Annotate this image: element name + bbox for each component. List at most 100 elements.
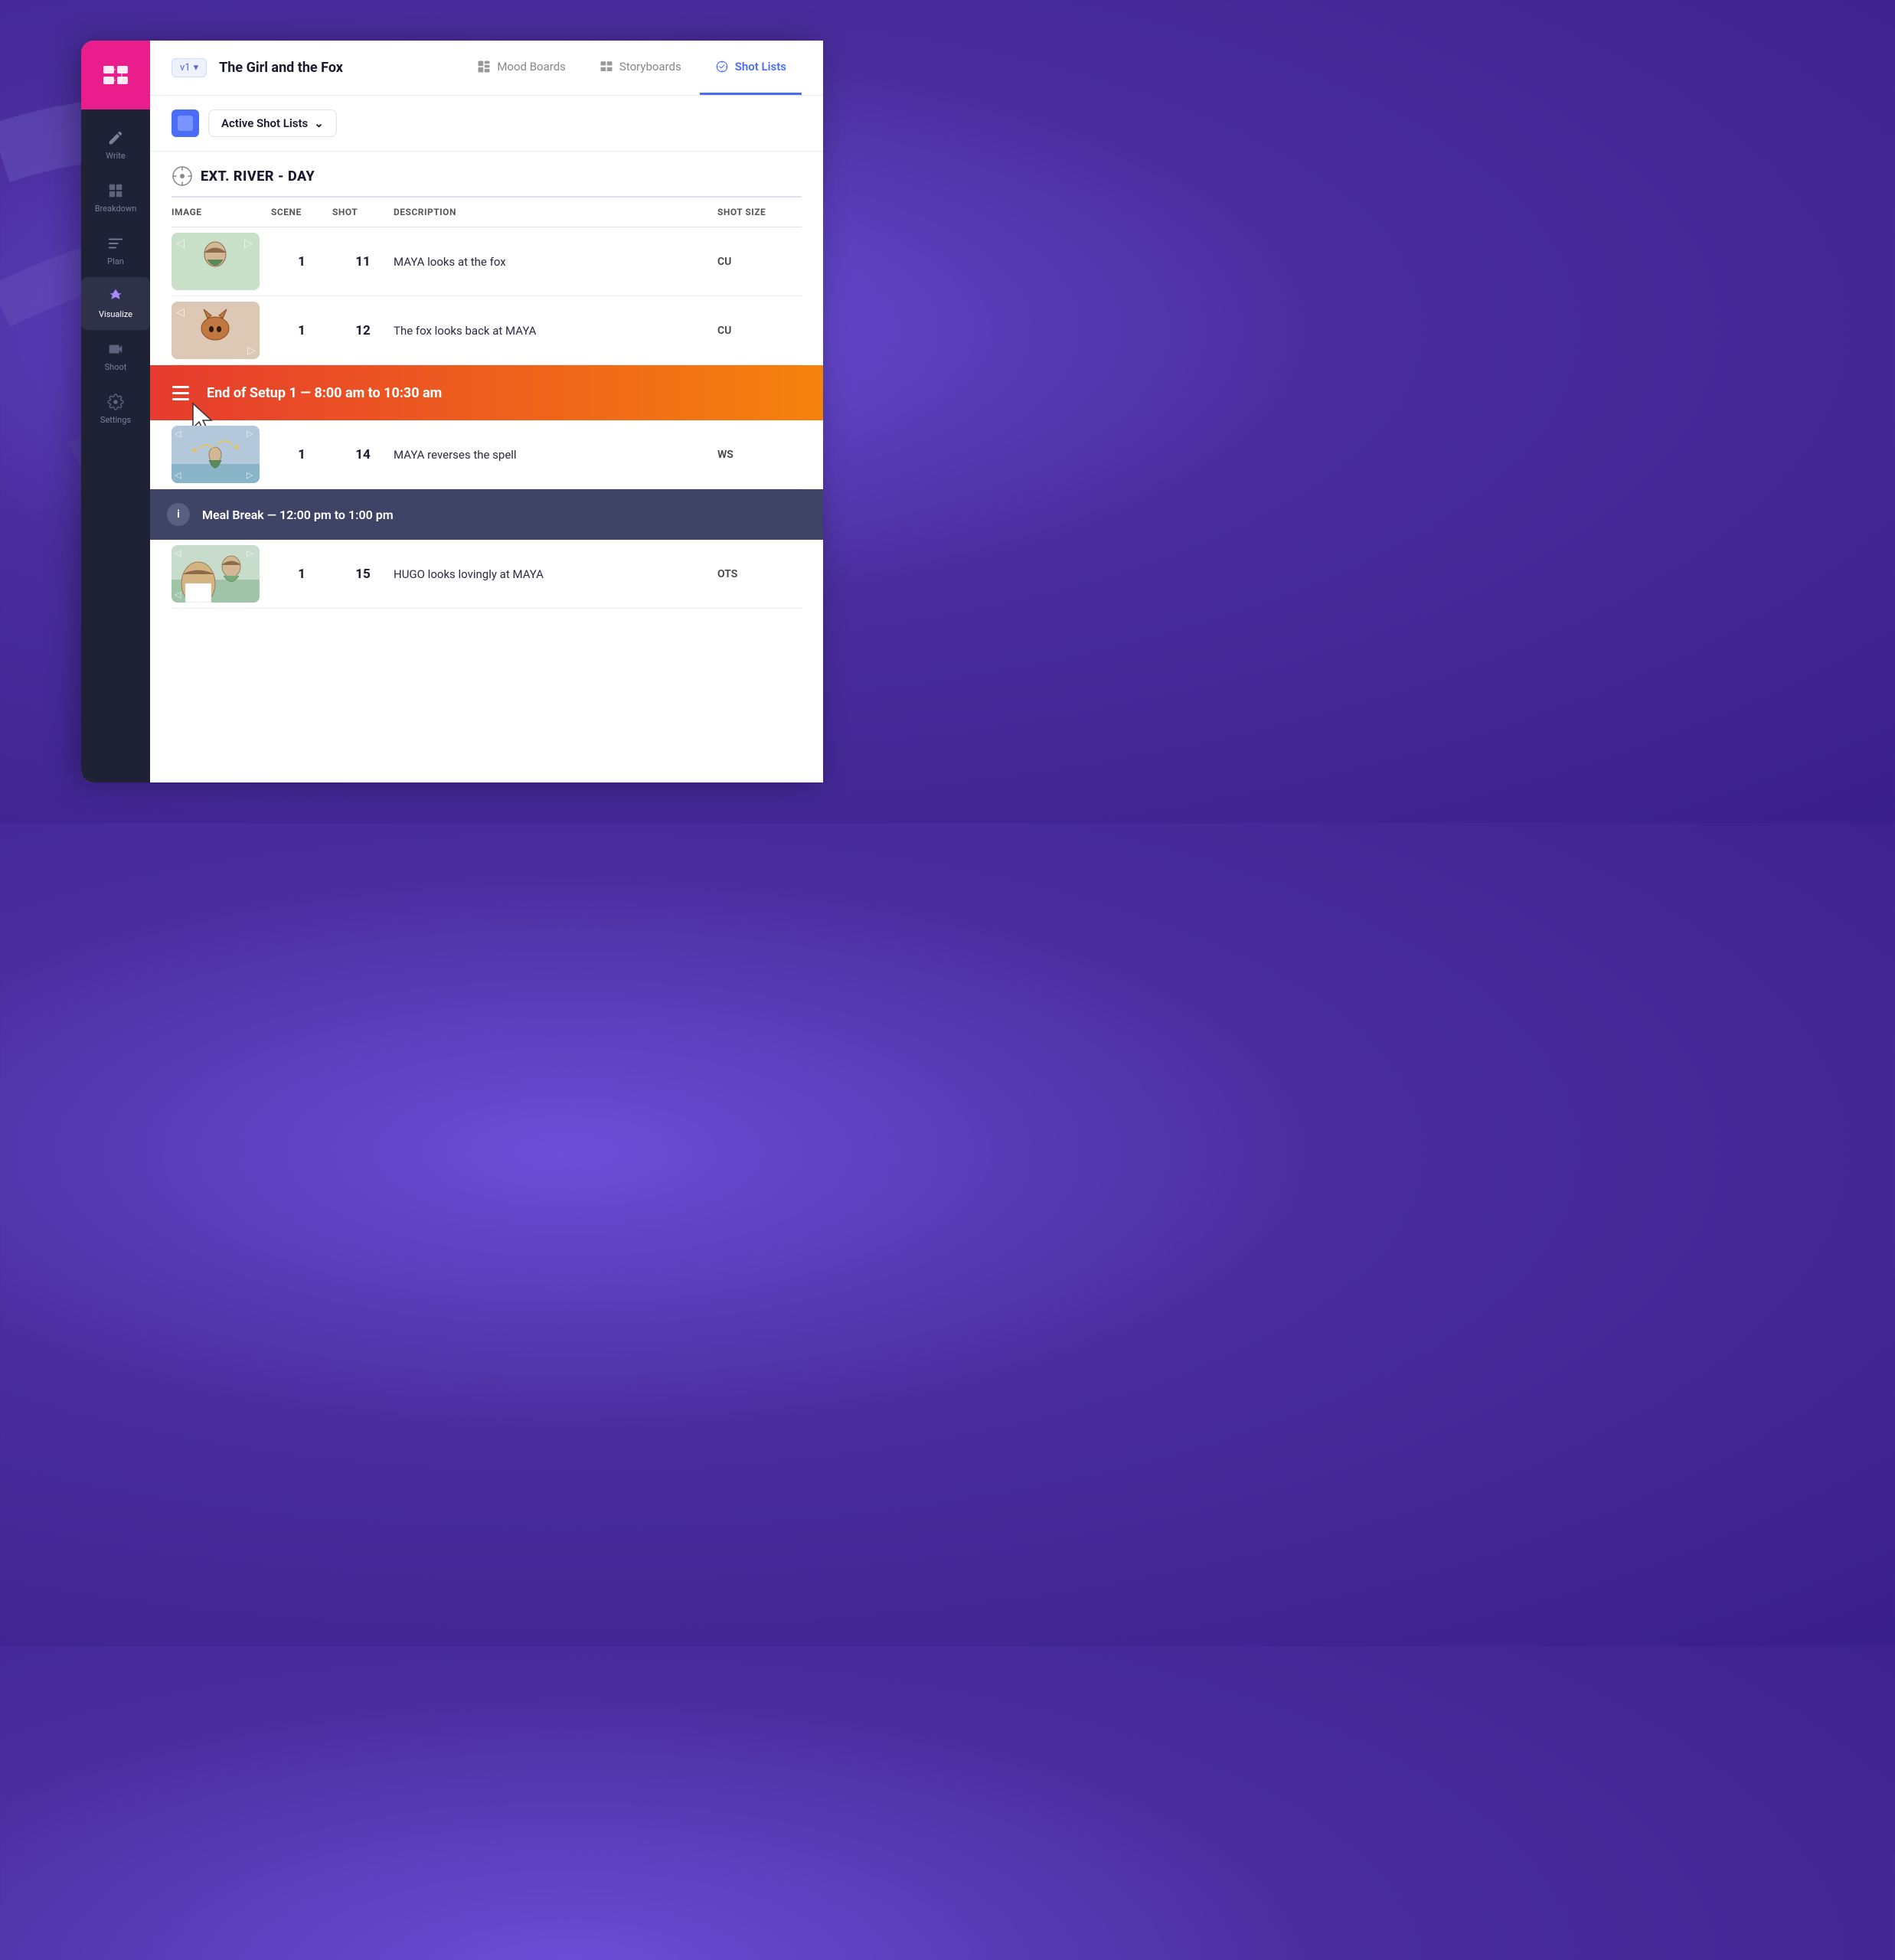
- col-shot: SHOT: [332, 207, 394, 217]
- main-content: v1 ▾ The Girl and the Fox Mood Boards: [150, 41, 823, 782]
- version-label: v1: [180, 62, 191, 74]
- version-chevron-icon: ▾: [194, 62, 199, 74]
- shot-description-4: HUGO looks lovingly at MAYA: [394, 567, 717, 581]
- sidebar-item-plan-label: Plan: [107, 256, 124, 266]
- shot-size-1: CU: [717, 256, 802, 268]
- sidebar-item-shoot-label: Shoot: [105, 362, 127, 372]
- storyboard-thumbnail-2: ◁ ▷: [172, 302, 260, 359]
- topbar-nav: Mood Boards Storyboards: [462, 41, 802, 95]
- svg-text:◁: ◁: [175, 470, 181, 480]
- tab-storyboards[interactable]: Storyboards: [584, 41, 697, 95]
- shot-table-after-setup: ◁ ◁ ▷ ▷ 1 14 MAYA reverses the spell: [172, 420, 802, 489]
- svg-text:◁: ◁: [175, 590, 181, 599]
- col-description: DESCRIPTION: [394, 207, 717, 217]
- shot-description-2: The fox looks back at MAYA: [394, 324, 717, 338]
- sidebar-item-plan[interactable]: Plan: [81, 224, 150, 277]
- sketch-svg-1: ◁ ◁ ◁: [172, 233, 260, 290]
- storyboard-thumbnail-4: ◁ ◁ ▷: [172, 545, 260, 603]
- hamburger-line-2: [172, 392, 189, 394]
- col-shot-size: SHOT SIZE: [717, 207, 802, 217]
- project-title: The Girl and the Fox: [219, 60, 343, 76]
- sidebar: Write Breakdown Plan: [81, 41, 150, 782]
- shot-number-1: 11: [332, 254, 394, 270]
- scene-camera-icon: [172, 165, 193, 187]
- sidebar-item-settings[interactable]: Settings: [81, 383, 150, 436]
- breakdown-icon: [107, 182, 124, 199]
- svg-text:▷: ▷: [247, 470, 253, 480]
- scene-number-4: 1: [271, 567, 332, 582]
- hamburger-icon: [172, 386, 189, 400]
- sidebar-item-breakdown[interactable]: Breakdown: [81, 172, 150, 224]
- shot-size-2: CU: [717, 325, 802, 337]
- shot-description-3: MAYA reverses the spell: [394, 448, 717, 462]
- svg-text:▷: ▷: [247, 345, 256, 357]
- shot-image-3: ◁ ◁ ▷ ▷: [172, 426, 271, 483]
- hamburger-line-1: [172, 386, 189, 388]
- storyboard-thumbnail-3: ◁ ◁ ▷ ▷: [172, 426, 260, 483]
- table-header: IMAGE SCENE SHOT DESCRIPTION SHOT SIZE: [172, 198, 802, 227]
- shot-description-1: MAYA looks at the fox: [394, 255, 717, 269]
- plan-icon: [107, 235, 124, 252]
- sidebar-item-shoot[interactable]: Shoot: [81, 330, 150, 383]
- main-window: Write Breakdown Plan: [81, 41, 823, 782]
- storyboard-thumbnail-1: ◁ ◁ ◁: [172, 233, 260, 290]
- table-row: ◁ ◁ ◁ 1 11 MAYA looks at the fox CU: [172, 227, 802, 296]
- col-scene: SCENE: [271, 207, 332, 217]
- shot-lists-icon: [715, 60, 729, 74]
- meal-info-icon: i: [167, 503, 190, 526]
- meal-break-banner: i Meal Break — 12:00 pm to 1:00 pm: [150, 489, 823, 540]
- filter-color-icon: [172, 109, 199, 137]
- shot-image-2: ◁ ▷: [172, 302, 271, 359]
- svg-text:◁: ◁: [176, 306, 185, 318]
- shot-number-2: 12: [332, 323, 394, 338]
- shot-number-4: 15: [332, 567, 394, 582]
- write-icon: [107, 129, 124, 146]
- scene-number-3: 1: [271, 447, 332, 462]
- topbar: v1 ▾ The Girl and the Fox Mood Boards: [150, 41, 823, 96]
- table-row: ◁ ◁ ▷ 1 15 HUGO looks lovingly at MAYA O…: [172, 540, 802, 609]
- filter-icon-inner: [178, 116, 193, 131]
- tab-mood-boards[interactable]: Mood Boards: [462, 41, 581, 95]
- svg-text:◁: ◁: [176, 237, 185, 250]
- version-badge[interactable]: v1 ▾: [172, 58, 207, 77]
- sidebar-item-write[interactable]: Write: [81, 119, 150, 172]
- sketch-svg-3: ◁ ◁ ▷ ▷: [172, 426, 260, 483]
- logo-icon: [100, 60, 131, 90]
- setup-banner: End of Setup 1 — 8:00 am to 10:30 am: [150, 365, 823, 420]
- scene-number-1: 1: [271, 254, 332, 270]
- tab-shot-lists[interactable]: Shot Lists: [700, 41, 802, 95]
- svg-text:▷: ▷: [247, 548, 253, 558]
- tab-shot-lists-label: Shot Lists: [735, 60, 786, 74]
- scene-number-2: 1: [271, 323, 332, 338]
- meal-break-text: Meal Break — 12:00 pm to 1:00 pm: [202, 508, 394, 522]
- filter-dropdown[interactable]: Active Shot Lists ⌄: [208, 109, 337, 137]
- svg-text:◁: ◁: [175, 548, 181, 558]
- svg-text:◁: ◁: [175, 429, 181, 439]
- visualize-icon: [107, 288, 124, 305]
- app-logo[interactable]: [81, 41, 150, 109]
- setup-banner-text: End of Setup 1 — 8:00 am to 10:30 am: [207, 385, 442, 401]
- shot-size-3: WS: [717, 449, 802, 461]
- shot-size-4: OTS: [717, 568, 802, 580]
- content-area: Active Shot Lists ⌄ EXT. RIVER - DAY: [150, 96, 823, 782]
- shoot-icon: [107, 341, 124, 358]
- scene-section-after-setup: ◁ ◁ ▷ ▷ 1 14 MAYA reverses the spell: [150, 420, 823, 489]
- svg-text:◁: ◁: [244, 237, 253, 250]
- sidebar-item-visualize-label: Visualize: [99, 309, 132, 319]
- filter-label: Active Shot Lists: [221, 116, 308, 130]
- scene-section: EXT. RIVER - DAY IMAGE SCENE SHOT DESCRI…: [150, 152, 823, 365]
- tab-storyboards-label: Storyboards: [619, 60, 681, 74]
- sidebar-item-settings-label: Settings: [100, 415, 131, 425]
- scene-title: EXT. RIVER - DAY: [201, 168, 315, 185]
- tab-mood-boards-label: Mood Boards: [497, 60, 566, 74]
- sidebar-nav: Write Breakdown Plan: [81, 109, 150, 782]
- settings-icon: [107, 394, 124, 410]
- filter-chevron-icon: ⌄: [314, 116, 324, 130]
- sidebar-item-breakdown-label: Breakdown: [95, 204, 137, 214]
- sidebar-item-visualize[interactable]: Visualize: [81, 277, 150, 330]
- mood-boards-icon: [477, 60, 491, 74]
- scene-header: EXT. RIVER - DAY: [172, 152, 802, 198]
- shot-table: IMAGE SCENE SHOT DESCRIPTION SHOT SIZE: [172, 198, 802, 365]
- shot-image-1: ◁ ◁ ◁: [172, 233, 271, 290]
- shot-image-4: ◁ ◁ ▷: [172, 545, 271, 603]
